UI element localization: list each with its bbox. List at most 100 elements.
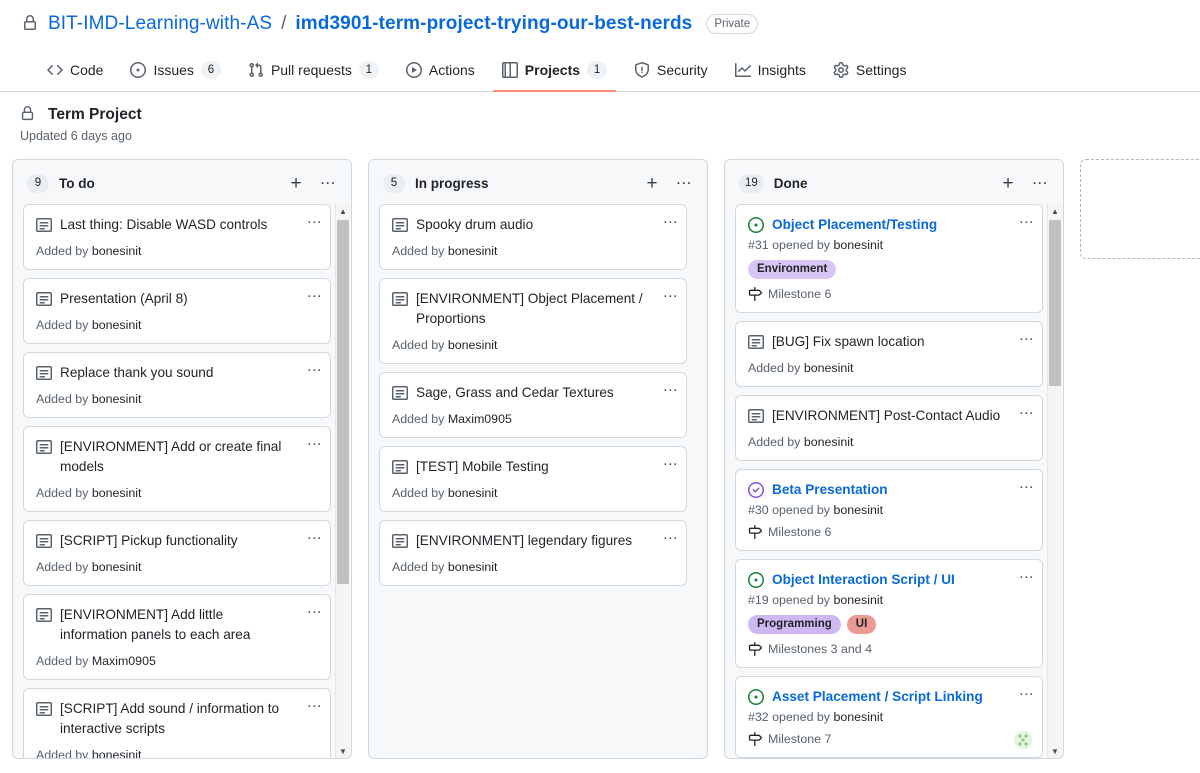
board-card[interactable]: ... [ENVIRONMENT] Add little information … [23,594,331,680]
card-meta-user[interactable]: bonesinit [804,361,854,375]
nav-tab-projects[interactable]: Projects 1 [492,48,617,92]
board-card[interactable]: ... [ENVIRONMENT] legendary figures Added … [379,520,687,586]
page-title: Term Project [48,106,142,123]
card-meta-user[interactable]: bonesinit [833,710,883,724]
column-scrollbar[interactable]: ▲ ▼ [335,204,349,758]
card-menu-button[interactable]: ... [307,211,322,227]
card-menu-button[interactable]: ... [307,601,322,617]
card-label[interactable]: Programming [748,615,841,634]
note-icon [36,439,52,455]
card-menu-button[interactable]: ... [307,527,322,543]
card-meta: #31 opened by bonesinit [748,238,1030,252]
column-menu-button[interactable]: ... [673,170,695,194]
board-card[interactable]: ... Presentation (April 8) Added by bonesi… [23,278,331,344]
card-menu-button[interactable]: ... [307,359,322,375]
nav-tab-settings[interactable]: Settings [824,48,916,91]
card-menu-button[interactable]: ... [1019,402,1034,418]
card-meta-user[interactable]: bonesinit [833,503,883,517]
card-meta-user[interactable]: bonesinit [448,244,498,258]
board-card[interactable]: ... [BUG] Fix spawn location Added by bone… [735,321,1043,387]
column-menu-button[interactable]: ... [1029,170,1051,194]
board-card[interactable]: ... Last thing: Disable WASD controls Adde… [23,204,331,270]
column-scrollbar[interactable]: ▲ ▼ [1047,204,1061,758]
board-card[interactable]: ... Asset Placement / Script Linking #32 o… [735,676,1043,758]
nav-tab-label: Insights [757,61,806,78]
nav-tab-issues[interactable]: Issues 6 [121,48,229,91]
board-card[interactable]: ... Object Interaction Script / UI #19 ope… [735,559,1043,668]
nav-tab-security[interactable]: Security [625,48,717,91]
card-menu-button[interactable]: ... [1019,566,1034,582]
scroll-up-arrow-icon[interactable]: ▲ [1048,204,1062,218]
card-meta-user[interactable]: bonesinit [448,560,498,574]
card-meta-user[interactable]: bonesinit [833,238,883,252]
scrollbar-thumb[interactable] [1049,220,1061,387]
card-menu-button[interactable]: ... [307,285,322,301]
note-icon [392,459,408,475]
board-card[interactable]: ... Spooky drum audio Added by bonesinit [379,204,687,270]
card-menu-button[interactable]: ... [1019,476,1034,492]
card-title[interactable]: Object Interaction Script / UI [772,570,955,590]
card-menu-button[interactable]: ... [663,379,678,395]
card-title[interactable]: Beta Presentation [772,480,888,500]
column-menu-button[interactable]: ... [317,170,339,194]
card-label[interactable]: Environment [748,260,837,279]
board-card[interactable]: ... [TEST] Mobile Testing Added by bonesin… [379,446,687,512]
nav-tab-pull-requests[interactable]: Pull requests 1 [239,48,388,91]
avatar [1014,731,1032,749]
card-meta-user[interactable]: bonesinit [92,486,142,500]
scrollbar-thumb[interactable] [337,220,349,584]
card-title[interactable]: Object Placement/Testing [772,215,937,235]
add-column-placeholder[interactable]: + [1080,159,1200,259]
card-meta-user[interactable]: bonesinit [92,318,142,332]
board-column-done: 19 Done +...... Object Placement/Testing #31… [724,159,1064,759]
card-meta-user[interactable]: bonesinit [92,560,142,574]
scroll-up-arrow-icon[interactable]: ▲ [336,204,350,218]
note-icon [392,291,408,307]
board-card[interactable]: ... [SCRIPT] Add sound / information to i… [23,688,331,758]
nav-tab-code[interactable]: Code [38,48,112,91]
card-meta-prefix: Added by [392,244,448,258]
card-menu-button[interactable]: ... [307,433,322,449]
card-meta-user[interactable]: bonesinit [92,244,142,258]
scroll-down-arrow-icon[interactable]: ▼ [1048,744,1062,758]
board-card[interactable]: ... Replace thank you sound Added by bones… [23,352,331,418]
repo-owner-link[interactable]: BIT-IMD-Learning-with-AS [48,13,272,35]
nav-tab-actions[interactable]: Actions [397,48,484,91]
board-card[interactable]: ... [ENVIRONMENT] Object Placement / Prop… [379,278,687,364]
add-card-button[interactable]: + [285,172,307,194]
repo-separator: / [281,13,287,34]
board-card[interactable]: ... [ENVIRONMENT] Add or create final mod… [23,426,331,512]
card-menu-button[interactable]: ... [1019,211,1034,227]
note-icon [748,408,764,424]
board-card[interactable]: ... [SCRIPT] Pickup functionality Added by… [23,520,331,586]
nav-tab-insights[interactable]: Insights [726,48,815,91]
card-meta-user[interactable]: bonesinit [833,593,883,607]
card-menu-button[interactable]: ... [1019,328,1034,344]
card-menu-button[interactable]: ... [663,453,678,469]
card-meta-user[interactable]: bonesinit [448,338,498,352]
card-meta: Added by bonesinit [392,560,674,574]
add-card-button[interactable]: + [997,172,1019,194]
card-menu-button[interactable]: ... [663,211,678,227]
board-card[interactable]: ... Beta Presentation #30 opened by bonesi… [735,469,1043,551]
card-menu-button[interactable]: ... [1019,683,1034,699]
card-title[interactable]: Asset Placement / Script Linking [772,687,983,707]
card-menu-button[interactable]: ... [663,527,678,543]
card-meta-user[interactable]: bonesinit [92,392,142,406]
add-card-button[interactable]: + [641,172,663,194]
card-meta-user[interactable]: Maxim0905 [92,654,156,668]
card-label[interactable]: UI [846,615,877,634]
column-body: ... Last thing: Disable WASD controls Adde… [13,204,351,758]
card-menu-button[interactable]: ... [307,695,322,711]
card-meta-user[interactable]: bonesinit [92,748,142,758]
repo-name-link[interactable]: imd3901-term-project-trying-our-best-ner… [295,13,692,35]
card-meta-user[interactable]: Maxim0905 [448,412,512,426]
scroll-down-arrow-icon[interactable]: ▼ [336,744,350,758]
card-meta-user[interactable]: bonesinit [804,435,854,449]
board-card[interactable]: ... [ENVIRONMENT] Post-Contact Audio Added… [735,395,1043,461]
board-card[interactable]: ... Sage, Grass and Cedar Textures Added b… [379,372,687,438]
visibility-badge: Private [706,14,759,34]
card-meta-user[interactable]: bonesinit [448,486,498,500]
board-card[interactable]: ... Object Placement/Testing #31 opened by… [735,204,1043,313]
card-menu-button[interactable]: ... [663,285,678,301]
